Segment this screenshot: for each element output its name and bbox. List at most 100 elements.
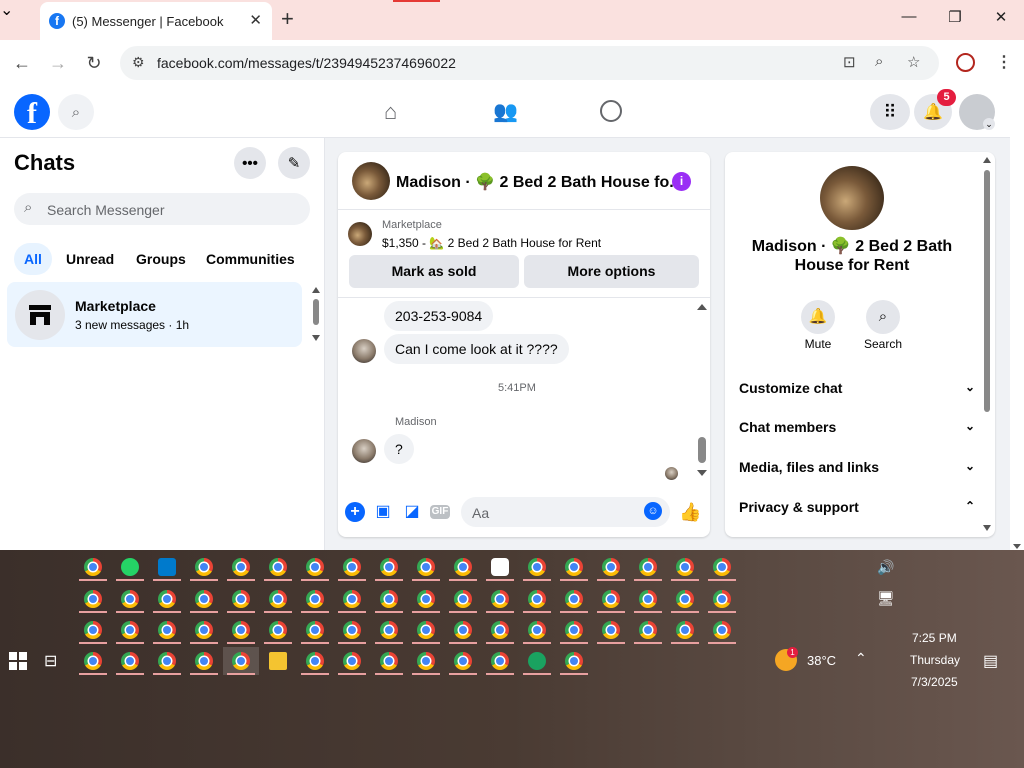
message-bubble[interactable]: 203-253-9084 (384, 301, 494, 331)
minimize-icon[interactable]: — (899, 8, 919, 25)
task-view-icon[interactable]: ⊟ (44, 651, 57, 671)
conversation-avatar[interactable] (352, 162, 390, 200)
taskbar-app-chrome[interactable] (79, 652, 107, 676)
notifications-center-icon[interactable]: ▤ (983, 651, 998, 671)
mute-bell-icon[interactable]: 🔔 (801, 300, 835, 334)
message-bubble[interactable]: ? (384, 434, 414, 464)
taskbar-app-chrome[interactable] (412, 558, 440, 582)
menu-grid-icon[interactable]: ⠿ (870, 94, 910, 130)
site-info-icon[interactable]: ⚙ (132, 54, 145, 71)
taskbar-app-chrome[interactable] (560, 590, 588, 614)
taskbar-app-chrome[interactable] (116, 590, 144, 614)
taskbar-app-chrome[interactable] (264, 590, 292, 614)
taskbar-app-chrome[interactable] (486, 621, 514, 645)
sender-avatar[interactable] (352, 439, 376, 463)
weather-temp[interactable]: 38°C (807, 653, 836, 668)
back-icon[interactable]: ← (10, 51, 34, 75)
conversation-title[interactable]: Madison · 🌳 2 Bed 2 Bath House fo... (396, 172, 683, 192)
gif-icon[interactable]: GIF (430, 505, 450, 519)
install-app-icon[interactable]: ⊡ (843, 53, 856, 71)
home-icon[interactable]: ⌂ (384, 99, 397, 125)
taskbar-app-chrome[interactable] (708, 590, 736, 614)
taskbar-app-chrome[interactable] (227, 558, 255, 582)
taskbar-app-chrome[interactable] (597, 621, 625, 645)
message-input[interactable]: Aa ☺ (461, 497, 670, 527)
new-message-icon[interactable]: ✎ (278, 147, 310, 179)
fb-search-icon[interactable]: ⌕ (58, 94, 94, 130)
taskbar-app-chrome[interactable] (449, 621, 477, 645)
taskbar-app-chrome[interactable] (523, 621, 551, 645)
listing-thumbnail[interactable] (348, 222, 372, 246)
volume-icon[interactable]: 🔊 (877, 559, 894, 576)
taskbar-app-app[interactable] (523, 652, 551, 676)
customize-chat-section[interactable]: Customize chat ⌄ (739, 380, 975, 396)
profile-icon[interactable] (956, 53, 975, 72)
bookmark-star-icon[interactable]: ☆ (907, 53, 920, 71)
taskbar-app-chrome[interactable] (264, 558, 292, 582)
taskbar-app-chrome[interactable] (338, 590, 366, 614)
taskbar-app-chrome[interactable] (708, 558, 736, 582)
taskbar-app-chrome[interactable] (79, 621, 107, 645)
taskbar-app-chrome[interactable] (190, 558, 218, 582)
taskbar-app-chrome[interactable] (227, 621, 255, 645)
taskbar-app-chrome[interactable] (412, 652, 440, 676)
taskbar-app-chrome[interactable] (190, 590, 218, 614)
filter-communities[interactable]: Communities (196, 251, 305, 283)
messenger-search-input[interactable]: ⌕ Search Messenger (14, 193, 310, 225)
taskbar-app-chrome[interactable] (634, 558, 662, 582)
taskbar-app-chrome[interactable] (671, 621, 699, 645)
page-scrollbar[interactable] (1010, 138, 1024, 550)
taskbar-app-chrome[interactable] (301, 652, 329, 676)
clock-date[interactable]: 7/3/2025 (911, 675, 958, 689)
sender-avatar[interactable] (352, 339, 376, 363)
filter-unread[interactable]: Unread (56, 251, 124, 283)
taskbar-app-chrome[interactable] (486, 652, 514, 676)
media-files-links-section[interactable]: Media, files and links ⌄ (739, 459, 975, 475)
taskbar-app-chrome[interactable] (560, 652, 588, 676)
taskbar-app-chrome[interactable] (338, 558, 366, 582)
maximize-icon[interactable]: ❐ (945, 8, 965, 26)
taskbar-app-chrome[interactable] (412, 590, 440, 614)
details-avatar[interactable] (820, 166, 884, 230)
taskbar-app-chrome[interactable] (153, 652, 181, 676)
filter-groups[interactable]: Groups (126, 251, 196, 283)
mark-as-sold-button[interactable]: Mark as sold (349, 255, 519, 288)
privacy-support-section[interactable]: Privacy & support ⌃ (739, 499, 975, 515)
taskbar-app-chrome[interactable] (375, 590, 403, 614)
more-options-button[interactable]: More options (524, 255, 699, 288)
taskbar-app-chrome[interactable] (190, 621, 218, 645)
new-tab-icon[interactable]: + (281, 8, 294, 30)
chat-list-scrollbar[interactable] (312, 287, 320, 341)
forward-icon[interactable]: → (46, 51, 70, 75)
taskbar-app-chrome[interactable] (523, 590, 551, 614)
url-text[interactable]: facebook.com/messages/t/2394945237469602… (157, 55, 456, 71)
taskbar-app-chrome[interactable] (449, 590, 477, 614)
mute-label[interactable]: Mute (788, 337, 848, 351)
sticker-icon[interactable]: ◪ (402, 502, 422, 522)
clock-day[interactable]: Thursday (910, 653, 960, 667)
taskbar-app-chrome[interactable] (79, 590, 107, 614)
taskbar-app-vscode[interactable] (153, 558, 181, 582)
taskbar-app-chrome[interactable] (523, 558, 551, 582)
taskbar-app-chrome[interactable] (560, 558, 588, 582)
address-bar[interactable]: ⚙ facebook.com/messages/t/23949452374696… (120, 46, 939, 80)
account-chevron-icon[interactable]: ⌄ (983, 118, 995, 130)
plus-actions-icon[interactable]: + (345, 502, 365, 522)
taskbar-app-chrome[interactable] (449, 652, 477, 676)
attach-photo-icon[interactable]: ▣ (373, 502, 393, 522)
messages-scrollbar[interactable] (695, 302, 709, 482)
taskbar-app-chrome[interactable] (486, 590, 514, 614)
taskbar-app-chrome[interactable] (597, 558, 625, 582)
taskbar-app-chrome[interactable] (338, 621, 366, 645)
tab-close-icon[interactable]: ✕ (249, 11, 262, 29)
friends-icon[interactable]: 👥 (493, 99, 518, 124)
chat-list-item[interactable]: Marketplace 3 new messages · 1h (7, 282, 302, 347)
search-label[interactable]: Search (853, 337, 913, 351)
thumbs-up-icon[interactable]: 👍 (679, 502, 701, 522)
more-options-icon[interactable]: ••• (234, 147, 266, 179)
taskbar-app-chrome[interactable] (449, 558, 477, 582)
info-icon[interactable]: i (672, 172, 691, 191)
taskbar-app-chrome[interactable] (116, 621, 144, 645)
taskbar-app-chrome[interactable] (338, 652, 366, 676)
taskbar-app-file-explorer[interactable] (269, 652, 287, 676)
